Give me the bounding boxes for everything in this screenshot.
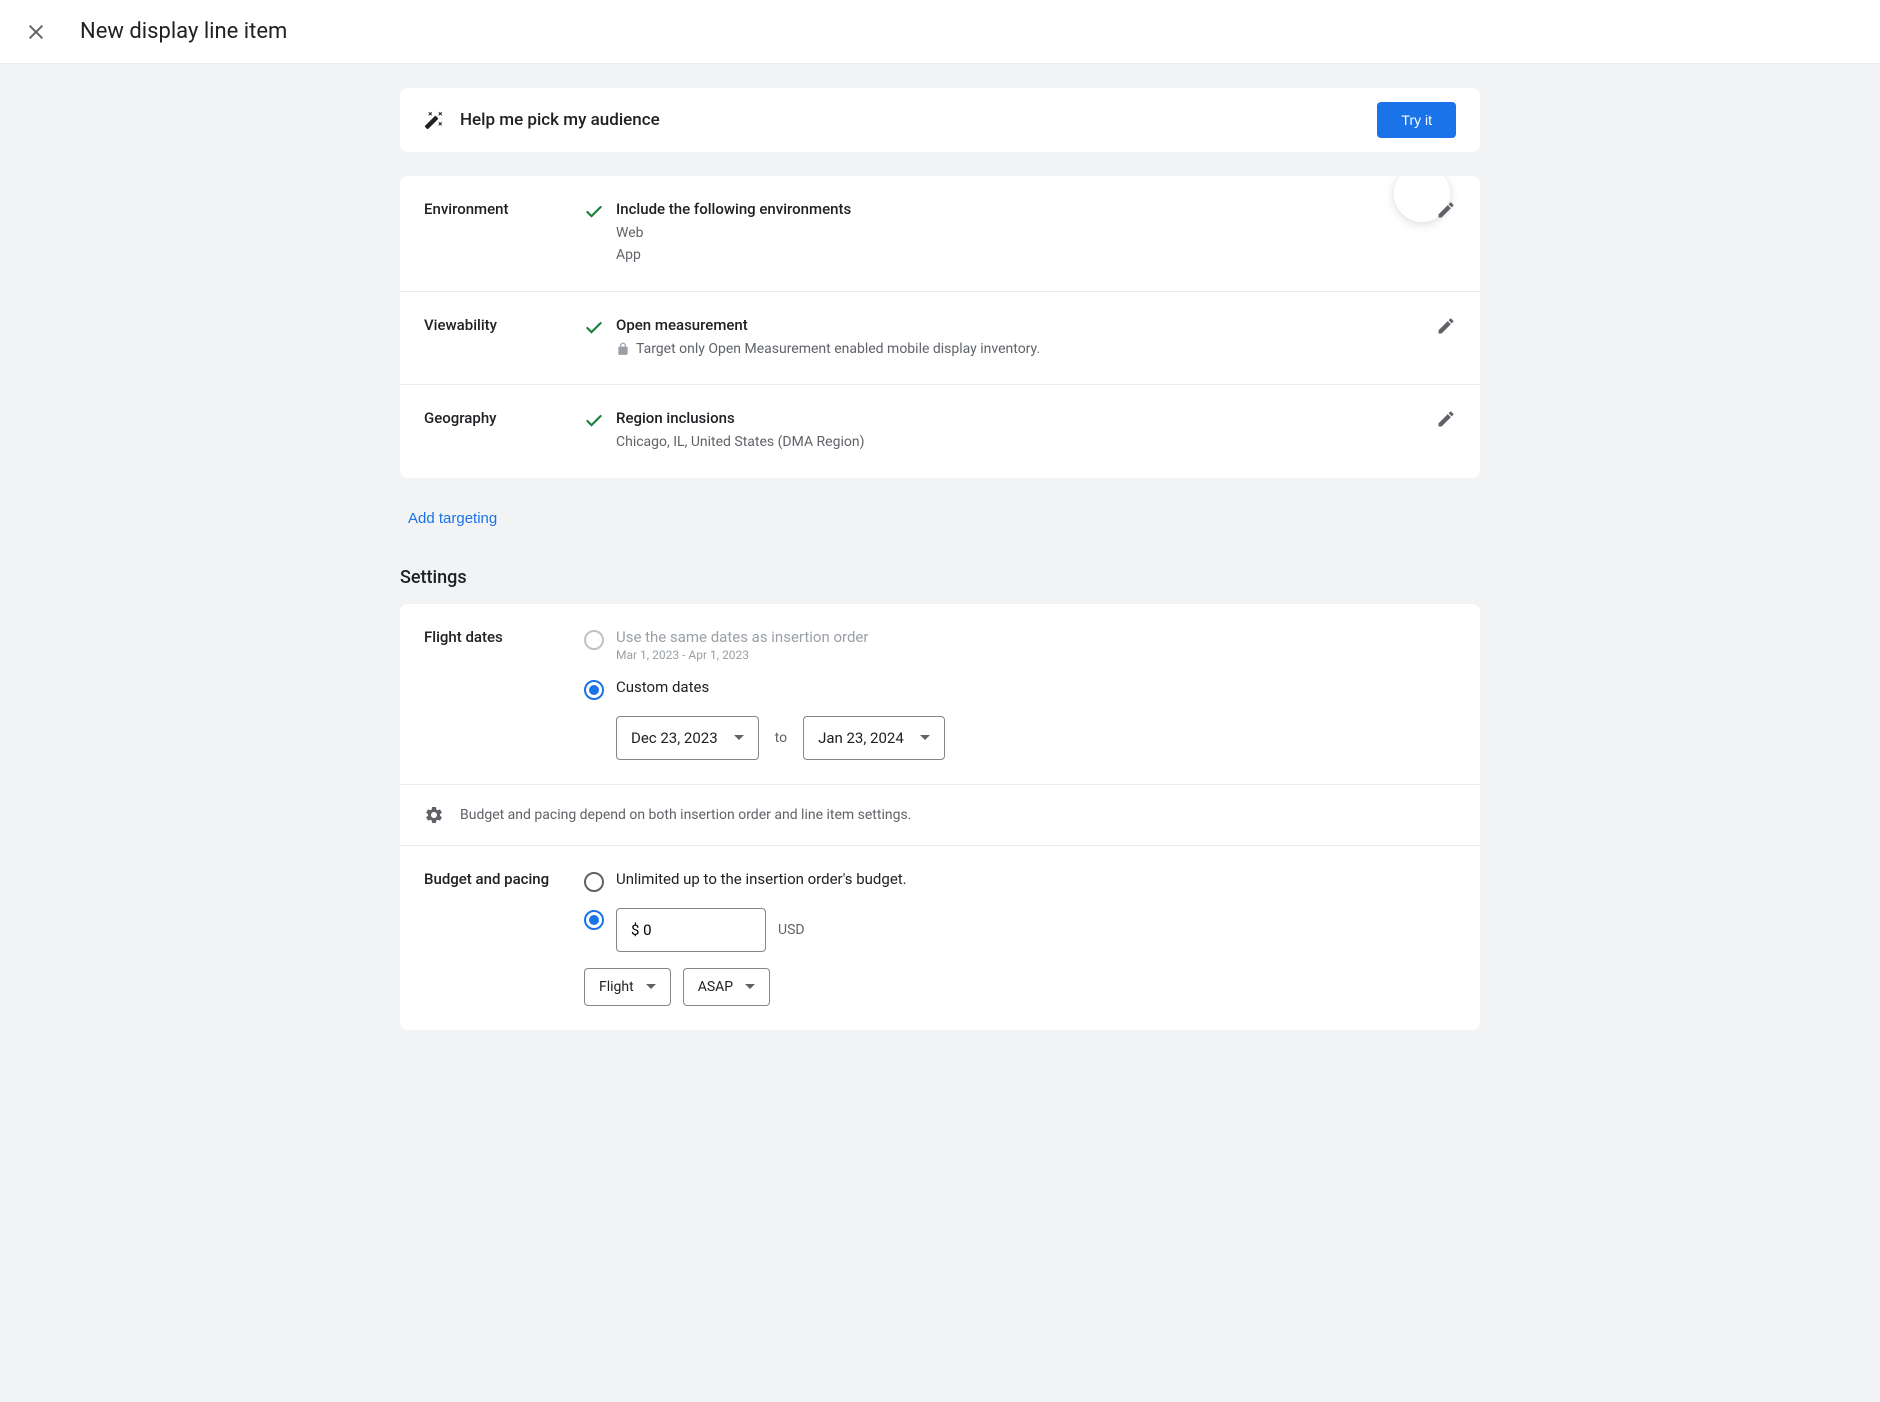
budget-label: Budget and pacing — [424, 870, 584, 1006]
pacing-rate-dropdown[interactable]: ASAP — [683, 968, 770, 1006]
radio-label: Use the same dates as insertion order — [616, 628, 868, 646]
radio-option-custom-dates[interactable]: Custom dates — [584, 678, 1456, 700]
flight-dates-row: Flight dates Use the same dates as inser… — [400, 604, 1480, 785]
targeting-card: Environment Include the following enviro… — [400, 176, 1480, 478]
flight-dates-label: Flight dates — [424, 628, 584, 760]
pencil-icon — [1436, 316, 1456, 336]
section-line: Web — [616, 222, 1456, 244]
targeting-row-environment: Environment Include the following enviro… — [400, 176, 1480, 292]
gear-icon — [424, 805, 444, 825]
help-banner-card: Help me pick my audience Try it — [400, 88, 1480, 152]
chevron-down-icon — [646, 982, 656, 992]
currency-label: USD — [778, 922, 805, 938]
edit-button-environment[interactable] — [1436, 200, 1456, 220]
section-label: Environment — [424, 200, 584, 267]
budget-pacing-row: Budget and pacing Unlimited up to the in… — [400, 846, 1480, 1030]
page-title: New display line item — [80, 19, 287, 44]
radio-label: Custom dates — [616, 678, 709, 696]
start-date-value: Dec 23, 2023 — [631, 729, 718, 747]
edit-button-viewability[interactable] — [1436, 316, 1456, 336]
pencil-icon — [1436, 200, 1456, 220]
close-button[interactable] — [24, 20, 48, 44]
check-icon — [584, 411, 604, 431]
radio-custom-dates[interactable] — [584, 680, 604, 700]
settings-heading: Settings — [400, 567, 1480, 588]
start-date-picker[interactable]: Dec 23, 2023 — [616, 716, 759, 760]
end-date-value: Jan 23, 2024 — [818, 729, 904, 747]
section-line-text: Target only Open Measurement enabled mob… — [636, 338, 1040, 360]
pacing-period-dropdown[interactable]: Flight — [584, 968, 671, 1006]
section-label: Geography — [424, 409, 584, 453]
chevron-down-icon — [920, 733, 930, 743]
radio-sublabel: Mar 1, 2023 - Apr 1, 2023 — [616, 648, 868, 662]
end-date-picker[interactable]: Jan 23, 2024 — [803, 716, 945, 760]
close-icon — [24, 20, 48, 44]
chevron-down-icon — [745, 982, 755, 992]
radio-option-same-dates[interactable]: Use the same dates as insertion order Ma… — [584, 628, 1456, 662]
lock-icon — [616, 342, 630, 356]
dropdown-value: Flight — [599, 979, 634, 995]
radio-option-fixed-budget[interactable]: USD — [584, 908, 1456, 952]
help-banner-text: Help me pick my audience — [460, 110, 660, 130]
budget-amount-input[interactable] — [616, 908, 766, 952]
check-icon — [584, 202, 604, 222]
radio-label: Unlimited up to the insertion order's bu… — [616, 870, 907, 888]
date-separator: to — [775, 730, 787, 746]
try-it-button[interactable]: Try it — [1377, 102, 1456, 138]
targeting-row-viewability: Viewability Open measurement Target only… — [400, 292, 1480, 385]
add-targeting-button[interactable]: Add targeting — [396, 502, 509, 535]
section-heading: Include the following environments — [616, 200, 1456, 218]
chevron-down-icon — [734, 733, 744, 743]
section-label: Viewability — [424, 316, 584, 360]
section-line: App — [616, 244, 1456, 266]
page-header: New display line item — [0, 0, 1880, 64]
radio-same-dates[interactable] — [584, 630, 604, 650]
check-icon — [584, 318, 604, 338]
pacing-info-row: Budget and pacing depend on both inserti… — [400, 785, 1480, 846]
section-heading: Region inclusions — [616, 409, 1456, 427]
radio-fixed-budget[interactable] — [584, 910, 604, 930]
radio-unlimited[interactable] — [584, 872, 604, 892]
radio-option-unlimited[interactable]: Unlimited up to the insertion order's bu… — [584, 870, 1456, 892]
pacing-info-text: Budget and pacing depend on both inserti… — [460, 807, 911, 823]
pencil-icon — [1436, 409, 1456, 429]
dropdown-value: ASAP — [698, 979, 733, 995]
wand-icon — [424, 110, 444, 130]
edit-button-geography[interactable] — [1436, 409, 1456, 429]
section-line: Chicago, IL, United States (DMA Region) — [616, 431, 1456, 453]
settings-card: Flight dates Use the same dates as inser… — [400, 604, 1480, 1030]
section-heading: Open measurement — [616, 316, 1456, 334]
targeting-row-geography: Geography Region inclusions Chicago, IL,… — [400, 385, 1480, 477]
content-area: Help me pick my audience Try it Environm… — [0, 64, 1880, 1402]
